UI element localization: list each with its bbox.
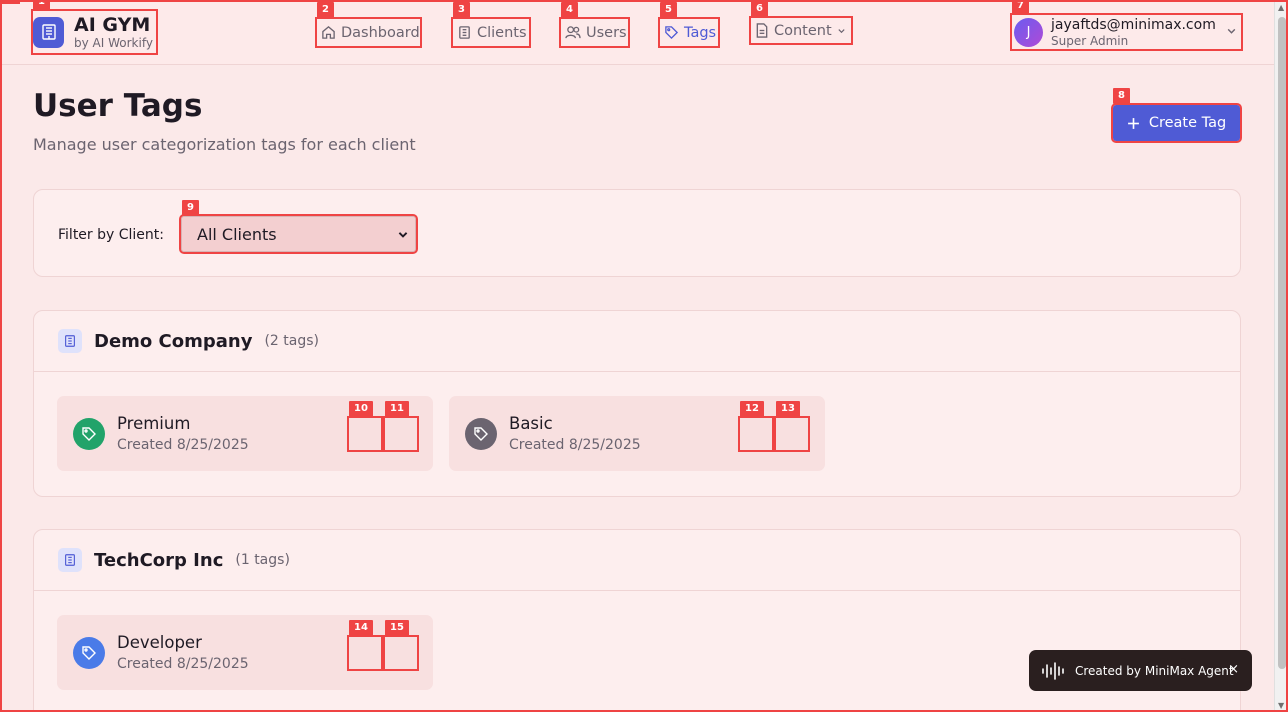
marker-badge: 8	[1113, 88, 1130, 104]
page-scrollbar[interactable]: ▲ ▼	[1274, 0, 1288, 712]
edit-tag-button[interactable]: 14	[347, 620, 383, 671]
marker-badge: 1	[33, 0, 50, 10]
close-icon[interactable]: ×	[1228, 662, 1239, 677]
client-group-name: TechCorp Inc	[94, 549, 224, 571]
nav-clients-label: Clients	[477, 24, 527, 41]
delete-tag-button[interactable]: 15	[383, 620, 419, 671]
client-filter-value: All Clients	[197, 224, 277, 244]
marker-badge: 3	[453, 2, 470, 18]
create-tag-label: Create Tag	[1148, 115, 1227, 131]
marker-badge: 11	[385, 401, 409, 417]
marker-badge: 5	[660, 2, 677, 18]
marker-badge: 4	[561, 2, 578, 18]
marker-badge: 6	[751, 1, 768, 17]
marker-badge: 2	[317, 2, 334, 18]
client-tag-count: (2 tags)	[264, 333, 319, 349]
avatar: J	[1014, 17, 1043, 47]
tag-icon	[73, 418, 105, 450]
nav-tags[interactable]: 5 Tags	[658, 2, 720, 48]
scroll-thumb[interactable]	[1278, 17, 1286, 669]
plus-icon	[1127, 117, 1139, 129]
building-icon	[33, 16, 64, 48]
tag-icon	[465, 418, 497, 450]
corner-marker	[0, 0, 20, 4]
nav-users-label: Users	[586, 24, 627, 41]
user-role: Super Admin	[1051, 33, 1129, 48]
brand-logo-link[interactable]: 1 AI GYM by AI Workify	[31, 0, 158, 55]
building-icon	[58, 329, 82, 353]
nav-content-label: Content	[774, 22, 832, 39]
toast-text: Created by MiniMax Agent	[1075, 663, 1234, 678]
page-title: User Tags	[33, 88, 203, 124]
delete-tag-button[interactable]: 11	[383, 401, 419, 452]
tag-icon	[665, 26, 679, 40]
scroll-up-arrow-icon[interactable]: ▲	[1278, 3, 1284, 12]
edit-tag-button[interactable]: 12	[738, 401, 774, 452]
user-menu[interactable]: 7 J jayaftds@minimax.com Super Admin	[1010, 0, 1243, 51]
nav-clients[interactable]: 3 Clients	[451, 2, 531, 48]
minimax-agent-toast: Created by MiniMax Agent ×	[1029, 650, 1252, 691]
building-icon	[58, 548, 82, 572]
tag-name: Basic	[509, 414, 553, 433]
building-icon	[459, 26, 470, 39]
user-email: jayaftds@minimax.com	[1051, 16, 1216, 33]
chevron-down-icon	[1227, 28, 1236, 34]
scroll-down-arrow-icon[interactable]: ▼	[1278, 701, 1284, 710]
nav-dashboard[interactable]: 2 Dashboard	[315, 2, 422, 48]
marker-badge: 9	[182, 200, 199, 216]
tag-card: Basic Created 8/25/2025 12 13	[449, 396, 825, 471]
home-icon	[322, 26, 335, 39]
users-icon	[565, 26, 581, 39]
chevron-down-icon	[398, 232, 408, 238]
tag-card: Premium Created 8/25/2025 10 11	[57, 396, 433, 471]
client-group-name: Demo Company	[94, 330, 253, 352]
nav-content-dropdown[interactable]: 6 Content	[749, 1, 853, 45]
chevron-down-icon	[838, 29, 845, 34]
marker-badge: 7	[1012, 0, 1029, 14]
marker-badge: 15	[385, 620, 409, 636]
create-tag-button[interactable]: 8 Create Tag	[1111, 88, 1242, 143]
marker-badge: 10	[349, 401, 373, 417]
page-subtitle: Manage user categorization tags for each…	[33, 135, 416, 154]
waveform-icon	[1042, 661, 1064, 680]
marker-badge: 12	[740, 401, 764, 417]
client-filter-select[interactable]: 9 All Clients	[179, 200, 418, 254]
tag-name: Premium	[117, 414, 191, 433]
top-navbar: 1 AI GYM by AI Workify 2 Dashboard 3 Cli…	[0, 0, 1274, 65]
tag-created-date: Created 8/25/2025	[117, 437, 249, 453]
delete-tag-button[interactable]: 13	[774, 401, 810, 452]
nav-users[interactable]: 4 Users	[559, 2, 630, 48]
brand-subtitle: by AI Workify	[74, 36, 153, 50]
document-icon	[756, 23, 768, 38]
brand-title: AI GYM	[74, 14, 151, 36]
nav-tags-label: Tags	[684, 24, 717, 41]
marker-badge: 14	[349, 620, 373, 636]
nav-dashboard-label: Dashboard	[341, 24, 420, 41]
tag-created-date: Created 8/25/2025	[117, 656, 249, 672]
tag-name: Developer	[117, 633, 202, 652]
client-tag-count: (1 tags)	[235, 552, 290, 568]
tag-created-date: Created 8/25/2025	[509, 437, 641, 453]
filter-card: Filter by Client: 9 All Clients	[33, 189, 1241, 277]
client-group-card: Demo Company (2 tags) Premium Created 8/…	[33, 310, 1241, 497]
tag-icon	[73, 637, 105, 669]
edit-tag-button[interactable]: 10	[347, 401, 383, 452]
marker-badge: 13	[776, 401, 800, 417]
filter-label: Filter by Client:	[58, 227, 164, 243]
tag-card: Developer Created 8/25/2025 14 15	[57, 615, 433, 690]
